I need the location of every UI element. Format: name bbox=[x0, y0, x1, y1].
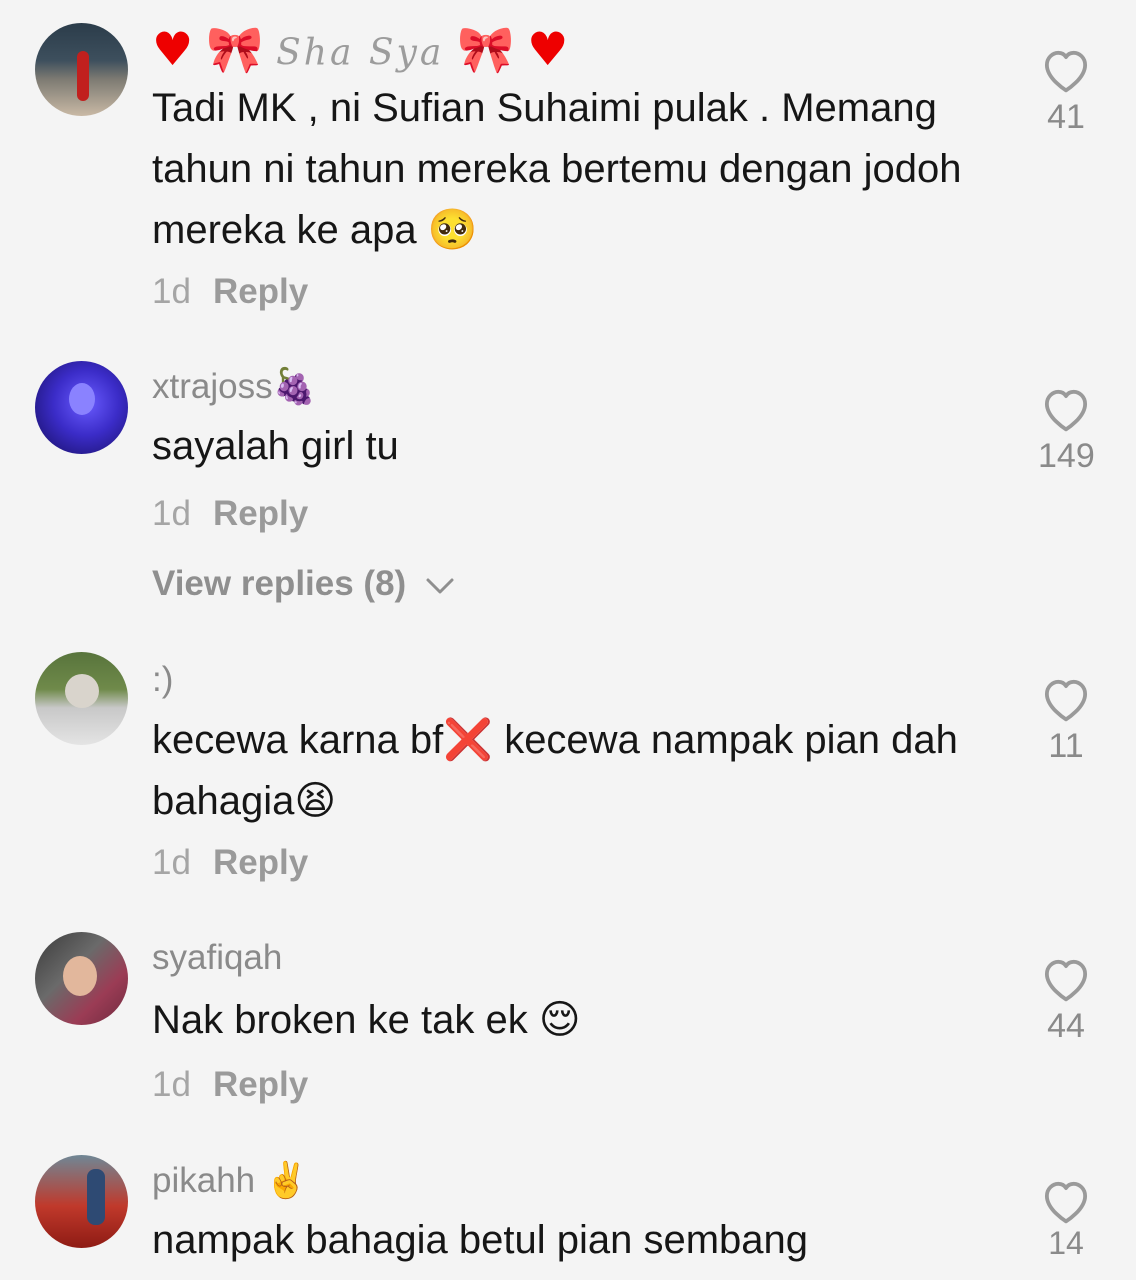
like-count: 11 bbox=[1048, 727, 1084, 765]
username[interactable]: syafiqah bbox=[152, 938, 282, 978]
avatar[interactable] bbox=[35, 932, 128, 1025]
comment-text: sayalah girl tu bbox=[152, 424, 399, 468]
timestamp: 1d bbox=[152, 494, 191, 533]
avatar[interactable] bbox=[35, 652, 128, 745]
reply-button[interactable]: Reply bbox=[213, 272, 308, 311]
grape-emoji: 🍇 bbox=[272, 367, 317, 407]
comment-meta: 1d Reply bbox=[152, 1065, 308, 1105]
avatar[interactable] bbox=[35, 1155, 128, 1248]
reply-button[interactable]: Reply bbox=[213, 1065, 308, 1104]
heart-outline-icon bbox=[1044, 50, 1088, 93]
avatar-figure bbox=[77, 51, 89, 101]
comment-meta: 1d Reply bbox=[152, 494, 308, 534]
heart-outline-icon bbox=[1044, 959, 1088, 1002]
avatar-figure bbox=[87, 1169, 105, 1225]
comment-text: kecewa karna bf❌ kecewa nampak pian dah … bbox=[152, 718, 958, 823]
username[interactable]: xtrajoss🍇 bbox=[152, 366, 316, 407]
like-count: 14 bbox=[1048, 1225, 1084, 1261]
view-replies-button[interactable]: View replies (8) bbox=[152, 564, 456, 604]
avatar[interactable] bbox=[35, 361, 128, 454]
comment-text: Tadi MK , ni Sufian Suhaimi pulak . Mema… bbox=[152, 86, 962, 252]
timestamp: 1d bbox=[152, 843, 191, 882]
like-count: 44 bbox=[1047, 1007, 1085, 1045]
comment-meta: 1d Reply bbox=[152, 272, 308, 312]
username[interactable]: pikahh ✌️ bbox=[152, 1160, 308, 1201]
like-button[interactable]: 44 bbox=[1038, 953, 1094, 1046]
reply-button[interactable]: Reply bbox=[213, 843, 308, 882]
avatar[interactable] bbox=[35, 23, 128, 116]
avatar-figure bbox=[65, 674, 99, 708]
like-button[interactable]: 41 bbox=[1038, 44, 1094, 137]
avatar-face bbox=[69, 383, 95, 415]
like-count: 41 bbox=[1047, 98, 1085, 136]
heart-outline-icon bbox=[1044, 389, 1088, 432]
like-button[interactable]: 14 bbox=[1038, 1175, 1094, 1262]
reply-button[interactable]: Reply bbox=[213, 494, 308, 533]
comment-text: Nak broken ke tak ek 😌 bbox=[152, 998, 581, 1042]
avatar-face bbox=[63, 956, 97, 996]
like-button[interactable]: 11 bbox=[1038, 673, 1094, 766]
like-count: 149 bbox=[1038, 437, 1095, 475]
heart-outline-icon bbox=[1044, 1181, 1088, 1224]
like-button[interactable]: 149 bbox=[1038, 383, 1095, 476]
comment-meta: 1d Reply bbox=[152, 843, 308, 883]
timestamp: 1d bbox=[152, 1065, 191, 1104]
chevron-down-icon bbox=[426, 578, 454, 594]
heart-outline-icon bbox=[1044, 679, 1088, 722]
timestamp: 1d bbox=[152, 272, 191, 311]
username-script: Sha Sya bbox=[276, 32, 445, 74]
username[interactable]: :) bbox=[152, 660, 173, 700]
comment-text: nampak bahagia betul pian sembang bbox=[152, 1218, 809, 1262]
decorated-username[interactable]: ♥ 🎀 Sha Sya 🎀 ♥ bbox=[152, 22, 568, 77]
victory-hand-emoji: ✌️ bbox=[264, 1161, 309, 1201]
